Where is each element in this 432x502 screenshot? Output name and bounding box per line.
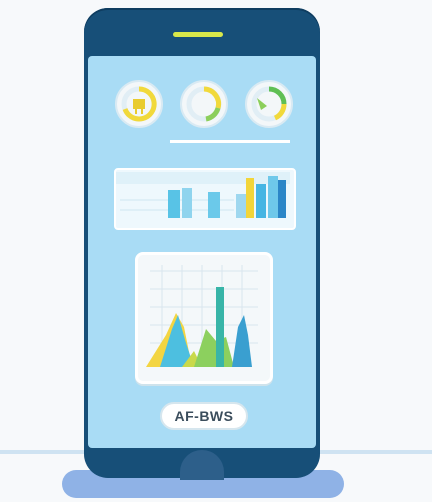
strip-bar bbox=[182, 188, 192, 218]
gauge-ring-icon[interactable] bbox=[245, 80, 293, 128]
strip-bar bbox=[278, 180, 286, 218]
area-bar bbox=[216, 287, 224, 367]
gauge-ring-icon[interactable] bbox=[115, 80, 163, 128]
strip-bar bbox=[208, 192, 220, 218]
stats-strip-card bbox=[114, 168, 296, 230]
strip-bars bbox=[116, 172, 290, 218]
divider-line bbox=[170, 140, 290, 143]
strip-bar bbox=[246, 178, 254, 218]
area-series bbox=[194, 329, 234, 367]
home-button[interactable] bbox=[180, 450, 224, 480]
strip-bar bbox=[256, 184, 266, 218]
area-chart-graphic bbox=[146, 265, 258, 367]
primary-button[interactable]: AF-BWS bbox=[160, 402, 248, 430]
phone-device: AF-BWS bbox=[84, 8, 320, 480]
strip-bar bbox=[236, 194, 246, 218]
gauge-ring-icon[interactable] bbox=[180, 80, 228, 128]
phone-screen: AF-BWS bbox=[88, 56, 316, 448]
area-series bbox=[232, 315, 252, 367]
strip-bar bbox=[268, 176, 278, 218]
area-chart-card bbox=[135, 252, 273, 384]
strip-bar bbox=[168, 190, 180, 218]
speaker-slot bbox=[173, 32, 223, 37]
